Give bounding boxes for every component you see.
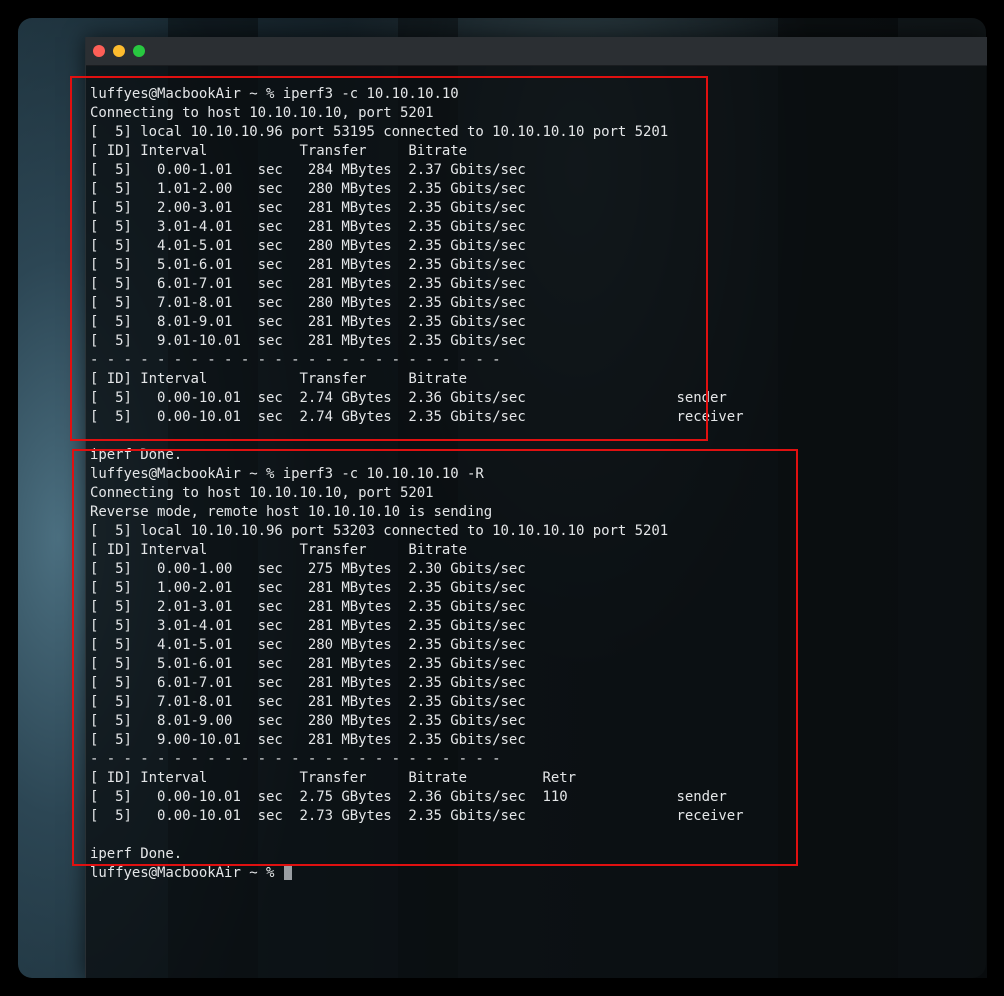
text-cursor xyxy=(283,865,292,880)
terminal-prompt-line[interactable]: luffyes@MacbookAir ~ % xyxy=(90,864,970,883)
terminal-prompt: luffyes@MacbookAir ~ % xyxy=(90,865,283,881)
highlight-box-forward-test xyxy=(70,76,708,441)
window-titlebar[interactable] xyxy=(86,37,987,66)
minimize-window-button[interactable] xyxy=(113,45,125,57)
highlight-box-reverse-test xyxy=(72,449,798,866)
close-window-button[interactable] xyxy=(93,45,105,57)
zoom-window-button[interactable] xyxy=(133,45,145,57)
